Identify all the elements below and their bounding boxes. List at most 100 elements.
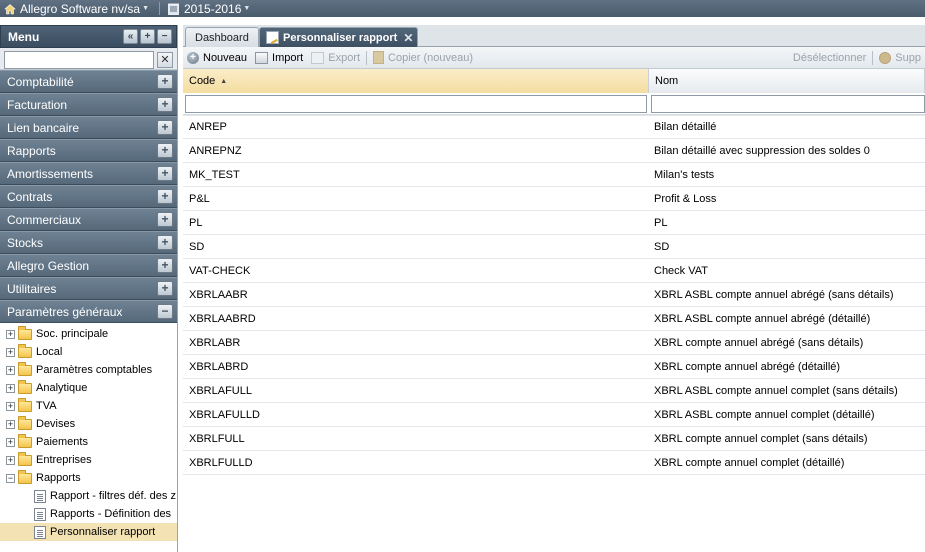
tree-item-label: Rapports	[36, 472, 81, 484]
export-button[interactable]: Export	[307, 47, 364, 69]
expand-section-button[interactable]: +	[157, 235, 173, 250]
expand-section-button[interactable]: +	[157, 258, 173, 273]
table-row[interactable]: VAT-CHECK Check VAT	[183, 259, 925, 283]
expand-section-button[interactable]: +	[157, 97, 173, 112]
table-row[interactable]: XBRLABR XBRL compte annuel abrégé (sans d…	[183, 331, 925, 355]
table-row[interactable]: SD SD	[183, 235, 925, 259]
section-stocks[interactable]: Stocks +	[0, 231, 177, 254]
menu-search-input[interactable]	[4, 51, 154, 69]
tab-dashboard[interactable]: Dashboard	[185, 27, 259, 47]
delete-button[interactable]: Supp	[875, 47, 925, 69]
column-header-nom[interactable]: Nom	[649, 69, 925, 93]
tree-item-rapport-filtres-def-des-z[interactable]: Rapport - filtres déf. des z	[0, 487, 177, 505]
table-row[interactable]: P&L Profit & Loss	[183, 187, 925, 211]
tree-item-soc-principale[interactable]: + Soc. principale	[0, 325, 177, 343]
tree-item-analytique[interactable]: + Analytique	[0, 379, 177, 397]
expand-node-icon[interactable]: +	[6, 401, 15, 411]
new-button[interactable]: + Nouveau	[183, 47, 251, 69]
section-label: Stocks	[7, 235, 44, 250]
tree-item-devises[interactable]: + Devises	[0, 415, 177, 433]
expand-node-icon[interactable]: +	[6, 365, 15, 375]
import-button[interactable]: Import	[251, 47, 307, 69]
filter-nom-input[interactable]	[651, 94, 925, 113]
section-amortissements[interactable]: Amortissements +	[0, 162, 177, 185]
expand-node-icon[interactable]: +	[6, 437, 15, 447]
expand-node-icon[interactable]: +	[6, 347, 15, 357]
collapse-section-button[interactable]: −	[157, 304, 173, 319]
tree-item-local[interactable]: + Local	[0, 343, 177, 361]
tree-item-label: Soc. principale	[36, 328, 109, 340]
table-row[interactable]: XBRLAABRD XBRL ASBL compte annuel abrégé …	[183, 307, 925, 331]
close-tab-icon[interactable]: ✕	[403, 31, 413, 45]
tree-item-personnaliser-rapport[interactable]: Personnaliser rapport	[0, 523, 177, 541]
tree-item-tva[interactable]: + TVA	[0, 397, 177, 415]
table-row[interactable]: XBRLAFULL XBRL ASBL compte annuel complet…	[183, 379, 925, 403]
tree-item-entreprises[interactable]: + Entreprises	[0, 451, 177, 469]
section-utilitaires[interactable]: Utilitaires +	[0, 277, 177, 300]
expand-node-icon[interactable]: +	[6, 329, 15, 339]
table-row[interactable]: ANREPNZ Bilan détaillé avec suppression d…	[183, 139, 925, 163]
report-edit-icon	[266, 31, 279, 44]
deselect-button[interactable]: Désélectionner	[789, 47, 870, 69]
collapse-panel-button[interactable]: «	[123, 29, 138, 44]
expand-section-button[interactable]: +	[157, 281, 173, 296]
cell-code: P&L	[189, 192, 210, 205]
expand-node-icon[interactable]: +	[6, 419, 15, 429]
expand-section-button[interactable]: +	[157, 74, 173, 89]
copy-new-button[interactable]: Copier (nouveau)	[369, 47, 477, 69]
tree-item-rapports[interactable]: − Rapports	[0, 469, 177, 487]
table-row[interactable]: PL PL	[183, 211, 925, 235]
table-row[interactable]: XBRLAFULLD XBRL ASBL compte annuel comple…	[183, 403, 925, 427]
expand-section-button[interactable]: +	[157, 166, 173, 181]
filter-row	[183, 93, 925, 115]
section-label: Contrats	[7, 189, 53, 204]
expand-section-button[interactable]: +	[157, 120, 173, 135]
divider	[366, 50, 368, 65]
expand-section-button[interactable]: +	[157, 189, 173, 204]
toolbar: + Nouveau Import Export Copier (nouveau)…	[183, 47, 925, 69]
table-row[interactable]: XBRLFULL XBRL compte annuel complet (sans…	[183, 427, 925, 451]
tab-personnaliser-rapport[interactable]: Personnaliser rapport ✕	[259, 27, 419, 47]
filter-code-input[interactable]	[185, 94, 647, 113]
folder-icon	[18, 415, 32, 430]
cell-nom: Bilan détaillé	[654, 121, 717, 133]
company-selector[interactable]: Allegro Software nv/sa ▼	[0, 0, 155, 17]
collapse-all-button[interactable]: −	[157, 29, 172, 44]
collapse-node-icon[interactable]: −	[6, 473, 15, 483]
section-parametres-generaux[interactable]: Paramètres généraux −	[0, 300, 177, 323]
cell-nom: XBRL compte annuel abrégé (sans détails)	[654, 336, 864, 349]
expand-node-icon[interactable]: +	[6, 455, 15, 465]
section-allegro-gestion[interactable]: Allegro Gestion +	[0, 254, 177, 277]
expand-section-button[interactable]: +	[157, 143, 173, 158]
expand-section-button[interactable]: +	[157, 212, 173, 227]
deselect-label: Désélectionner	[792, 52, 867, 64]
new-label: Nouveau	[203, 51, 248, 64]
home-icon	[4, 3, 16, 15]
table-row[interactable]: XBRLAABR XBRL ASBL compte annuel abrégé (…	[183, 283, 925, 307]
year-selector[interactable]: 2015-2016 ▼	[164, 0, 256, 17]
expand-all-button[interactable]: +	[140, 29, 155, 44]
section-comptabilite[interactable]: Comptabilité +	[0, 70, 177, 93]
cell-code: XBRLABRD	[189, 360, 249, 373]
section-rapports[interactable]: Rapports +	[0, 139, 177, 162]
section-contrats[interactable]: Contrats +	[0, 185, 177, 208]
table-row[interactable]: ANREP Bilan détaillé	[183, 115, 925, 139]
table-row[interactable]: XBRLFULLD XBRL compte annuel complet (dét…	[183, 451, 925, 475]
cell-code: PL	[189, 216, 203, 229]
chevron-down-icon: ▼	[142, 5, 149, 12]
section-commerciaux[interactable]: Commerciaux +	[0, 208, 177, 231]
column-header-code[interactable]: Code ▲	[183, 69, 649, 93]
delete-label: Supp	[895, 52, 921, 64]
tree-item-label: Local	[36, 346, 63, 358]
section-facturation[interactable]: Facturation +	[0, 93, 177, 116]
cell-code: SD	[189, 240, 205, 253]
clear-search-button[interactable]: ✕	[157, 52, 173, 68]
tree-item-paiements[interactable]: + Paiements	[0, 433, 177, 451]
table-row[interactable]: XBRLABRD XBRL compte annuel abrégé (détai…	[183, 355, 925, 379]
table-row[interactable]: MK_TEST Milan's tests	[183, 163, 925, 187]
tree-item-parametres-comptables[interactable]: + Paramètres comptables	[0, 361, 177, 379]
section-lien-bancaire[interactable]: Lien bancaire +	[0, 116, 177, 139]
import-icon	[255, 51, 269, 64]
expand-node-icon[interactable]: +	[6, 383, 15, 393]
tree-item-rapports-definition-des[interactable]: Rapports - Définition des	[0, 505, 177, 523]
